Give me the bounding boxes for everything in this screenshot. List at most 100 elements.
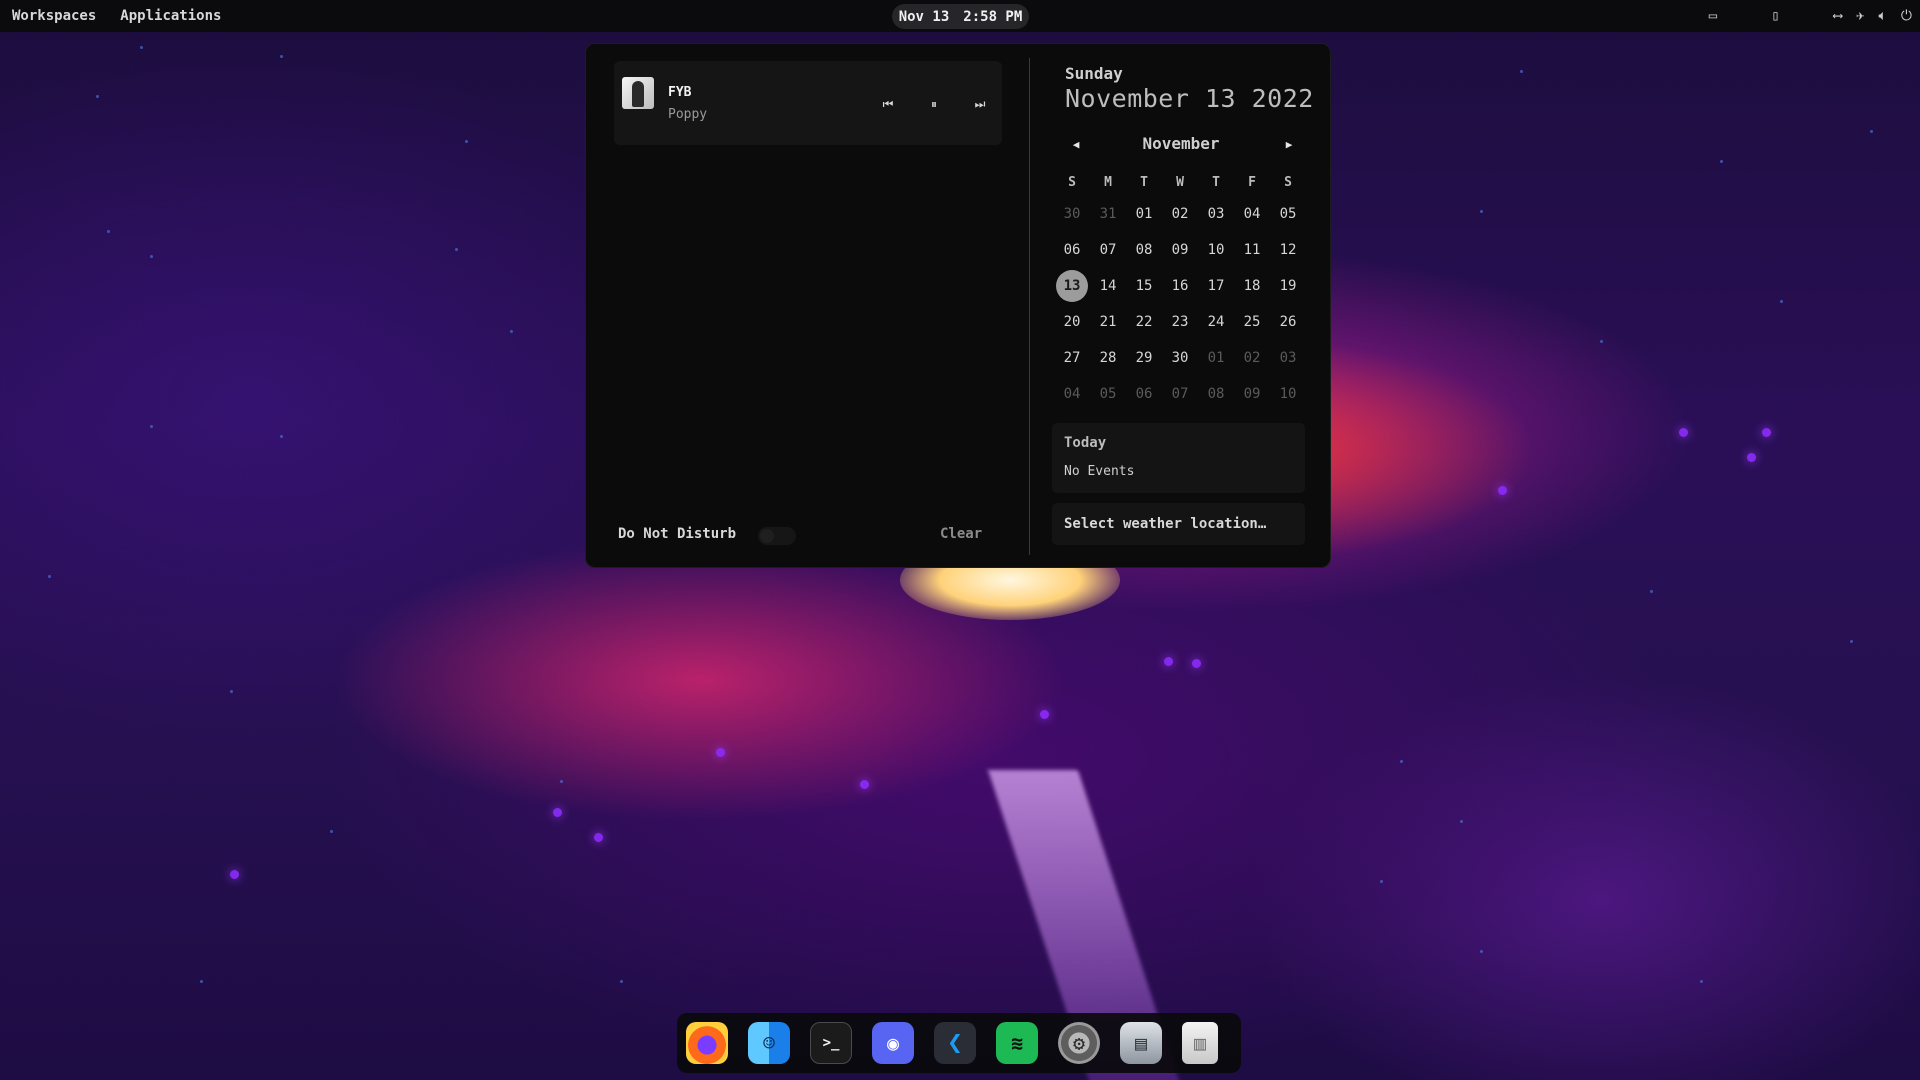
calendar-day[interactable]: 10 [1198, 232, 1234, 268]
calendar-day-number: 07 [1171, 386, 1189, 402]
day-name: Sunday [1065, 64, 1123, 83]
do-not-disturb-toggle[interactable] [758, 527, 796, 545]
calendar-day[interactable]: 25 [1234, 304, 1270, 340]
calendar-day[interactable]: 31 [1090, 196, 1126, 232]
calendar-day[interactable]: 04 [1054, 376, 1090, 412]
calendar-day-number: 09 [1243, 386, 1261, 402]
finder-icon[interactable]: ☺ [748, 1022, 790, 1064]
calendar-day[interactable]: 30 [1054, 196, 1090, 232]
calendar-day[interactable]: 03 [1270, 340, 1306, 376]
calendar-day[interactable]: 09 [1234, 376, 1270, 412]
star [96, 95, 99, 98]
calendar-day[interactable]: 11 [1234, 232, 1270, 268]
settings-icon[interactable]: ⚙ [1058, 1022, 1100, 1064]
calendar-day-number: 21 [1099, 314, 1117, 330]
calendar-grid: 30 31 01 02 03 04 05 06 07 08 09 10 11 12 13 14 15 16 17 18… [1054, 196, 1306, 412]
terminal-icon[interactable]: >_ [810, 1022, 852, 1064]
calendar-day[interactable]: 01 [1126, 196, 1162, 232]
calendar-day-number: 27 [1063, 350, 1081, 366]
calendar-day[interactable]: 09 [1162, 232, 1198, 268]
calendar-day[interactable]: 08 [1126, 232, 1162, 268]
calendar-day[interactable]: 06 [1126, 376, 1162, 412]
discord-icon[interactable]: ◉ [872, 1022, 914, 1064]
calendar-day[interactable]: 07 [1162, 376, 1198, 412]
pause-icon[interactable]: ⏸ [924, 94, 944, 114]
disk-icon[interactable]: ▤ [1120, 1022, 1162, 1064]
calendar-day[interactable]: 01 [1198, 340, 1234, 376]
power-icon[interactable]: ⏻ [1901, 8, 1912, 24]
glowing-star [1498, 486, 1507, 495]
previous-month-icon[interactable]: ◀ [1067, 135, 1085, 153]
calendar-day-number: 30 [1063, 206, 1081, 222]
calendar-day[interactable]: 20 [1054, 304, 1090, 340]
star [107, 230, 110, 233]
star [465, 140, 468, 143]
calendar-day[interactable]: 23 [1162, 304, 1198, 340]
calendar-day[interactable]: 29 [1126, 340, 1162, 376]
star [1480, 210, 1483, 213]
calendar-day-number: 03 [1279, 350, 1297, 366]
display-icon[interactable]: ▭ [1709, 8, 1717, 24]
trash-icon[interactable]: ▥ [1182, 1022, 1218, 1064]
network-icon[interactable]: ⟷ [1834, 8, 1842, 24]
calendar-day[interactable]: 30 [1162, 340, 1198, 376]
panel-divider [1029, 58, 1030, 555]
applications-button[interactable]: Applications [120, 8, 221, 24]
calendar-day[interactable]: 16 [1162, 268, 1198, 304]
calendar-day-number: 30 [1171, 350, 1189, 366]
do-not-disturb-label: Do Not Disturb [618, 526, 737, 542]
glowing-star [1192, 659, 1201, 668]
firefox-icon[interactable] [686, 1022, 728, 1064]
clock-button[interactable]: Nov 13 2:58 PM [892, 4, 1029, 29]
calendar-day[interactable]: 24 [1198, 304, 1234, 340]
calendar-day[interactable]: 28 [1090, 340, 1126, 376]
calendar-day[interactable]: 03 [1198, 196, 1234, 232]
calendar-day[interactable]: 07 [1090, 232, 1126, 268]
calendar-day[interactable]: 08 [1198, 376, 1234, 412]
calendar-day[interactable]: 12 [1270, 232, 1306, 268]
calendar-day[interactable]: 17 [1198, 268, 1234, 304]
calendar-day-number: 22 [1135, 314, 1153, 330]
calendar-day-number: 08 [1135, 242, 1153, 258]
calendar-day[interactable]: 19 [1270, 268, 1306, 304]
next-month-icon[interactable]: ▶ [1280, 135, 1298, 153]
calendar-day[interactable]: 10 [1270, 376, 1306, 412]
star [620, 980, 623, 983]
calendar-day[interactable]: 21 [1090, 304, 1126, 340]
calendar-day[interactable]: 05 [1270, 196, 1306, 232]
spotify-icon[interactable]: ≋ [996, 1022, 1038, 1064]
clear-notifications-button[interactable]: Clear [940, 526, 982, 542]
clipboard-icon[interactable]: ▯ [1771, 8, 1779, 24]
previous-track-icon[interactable]: ⏮ [878, 94, 898, 114]
calendar-day[interactable]: 02 [1162, 196, 1198, 232]
next-track-icon[interactable]: ⏭ [970, 94, 990, 114]
star [330, 830, 333, 833]
calendar-day[interactable]: 02 [1234, 340, 1270, 376]
events-title: Today [1064, 435, 1107, 451]
calendar-day-number: 24 [1207, 314, 1225, 330]
calendar-day-number: 05 [1099, 386, 1117, 402]
workspaces-button[interactable]: Workspaces [12, 8, 96, 24]
calendar-day[interactable]: 15 [1126, 268, 1162, 304]
calendar-day-number: 11 [1243, 242, 1261, 258]
calendar-day[interactable]: 26 [1270, 304, 1306, 340]
calendar-day[interactable]: 27 [1054, 340, 1090, 376]
calendar-day-number: 03 [1207, 206, 1225, 222]
calendar-day[interactable]: 18 [1234, 268, 1270, 304]
calendar-day[interactable]: 05 [1090, 376, 1126, 412]
calendar-day[interactable]: 04 [1234, 196, 1270, 232]
star [1380, 880, 1383, 883]
calendar-day[interactable]: 22 [1126, 304, 1162, 340]
calendar-day-number: 15 [1135, 278, 1153, 294]
airplane-icon[interactable]: ✈ [1856, 8, 1864, 24]
vscode-icon[interactable]: ❮ [934, 1022, 976, 1064]
calendar-day-number: 02 [1243, 350, 1261, 366]
calendar-day[interactable]: 14 [1090, 268, 1126, 304]
star [48, 575, 51, 578]
calendar-day[interactable]: 06 [1054, 232, 1090, 268]
glowing-star [1040, 710, 1049, 719]
volume-icon[interactable]: 🔈︎ [1879, 8, 1887, 24]
calendar-day-today[interactable]: 13 [1054, 268, 1090, 304]
weather-location-button[interactable]: Select weather location… [1052, 503, 1305, 545]
star [1720, 160, 1723, 163]
